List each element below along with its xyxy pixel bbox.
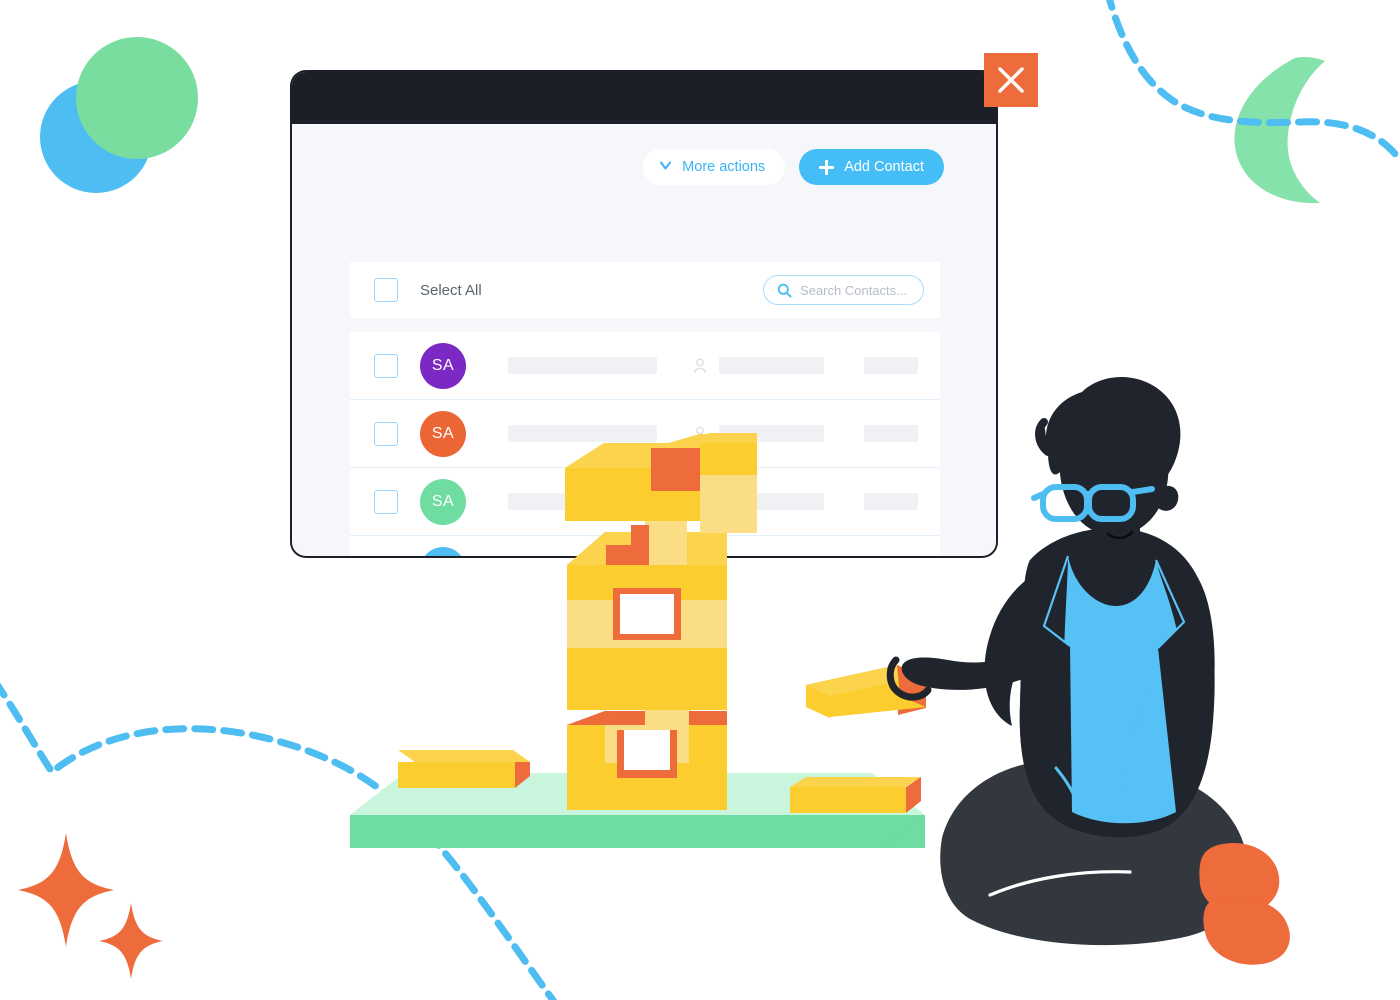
select-all-bar: Select All Search Contacts... — [350, 262, 940, 318]
game-platform — [350, 773, 925, 848]
dashed-path-top-right — [1106, 0, 1400, 164]
contact-name-placeholder — [508, 493, 657, 510]
close-button[interactable] — [984, 53, 1038, 107]
contact-name-placeholder — [508, 425, 657, 442]
character-jacket — [1019, 528, 1215, 838]
plus-icon — [819, 159, 835, 175]
person-icon — [693, 493, 707, 509]
contact-tag-placeholder — [864, 493, 918, 510]
blue-circle — [40, 81, 152, 193]
character-head — [1059, 404, 1169, 536]
contact-email-placeholder — [718, 357, 825, 374]
close-icon — [998, 67, 1024, 93]
add-contact-button[interactable]: Add Contact — [799, 149, 944, 185]
orange-sparkle-large — [18, 833, 114, 947]
character-shoe-front — [1203, 896, 1290, 965]
window-toolbar: More actions Add Contact — [292, 124, 996, 190]
row-checkbox[interactable] — [374, 421, 398, 446]
person-icon — [693, 425, 707, 441]
row-checkbox[interactable] — [374, 489, 398, 514]
character-neck — [1092, 492, 1140, 570]
avatar: SA — [420, 342, 466, 389]
contact-tag-placeholder — [864, 425, 918, 442]
window-titlebar — [292, 72, 996, 124]
green-crescent — [1234, 57, 1325, 204]
contact-tag-placeholder — [864, 357, 918, 374]
select-all-label: Select All — [420, 281, 482, 299]
table-row[interactable]: SA — [350, 468, 940, 536]
avatar: SA — [420, 410, 466, 457]
glasses-icon — [1031, 484, 1155, 522]
row-checkbox[interactable] — [374, 353, 398, 378]
more-actions-label: More actions — [682, 159, 766, 175]
dashed-path-bottom-left — [0, 682, 558, 1000]
table-row[interactable]: SA — [350, 536, 940, 556]
character-legs — [940, 758, 1248, 946]
more-actions-button[interactable]: More actions — [643, 149, 786, 185]
loose-block-left — [398, 750, 530, 788]
contact-name-placeholder — [508, 357, 657, 374]
search-icon — [777, 283, 792, 298]
character-arm-left — [984, 572, 1043, 726]
chevron-down-icon — [659, 159, 672, 172]
character-arm-right — [901, 595, 1160, 690]
table-row[interactable]: SA — [350, 400, 940, 468]
contact-email-placeholder — [718, 493, 825, 510]
person-icon — [693, 357, 707, 373]
avatar: SA — [420, 478, 466, 525]
search-placeholder: Search Contacts... — [800, 282, 907, 298]
held-block — [806, 665, 926, 718]
avatar: SA — [420, 547, 466, 556]
character-shoe-back — [1199, 843, 1280, 915]
search-contacts-input[interactable]: Search Contacts... — [763, 275, 924, 305]
contacts-window: More actions Add Contact Select All Sear… — [292, 72, 996, 556]
add-contact-label: Add Contact — [844, 159, 924, 175]
illustration-stage: More actions Add Contact Select All Sear… — [0, 0, 1400, 1000]
loose-block-right — [790, 777, 921, 813]
character-shirt — [1063, 556, 1187, 824]
contacts-list: SA SA SA — [350, 332, 940, 556]
contact-email-placeholder — [718, 425, 825, 442]
window-body: More actions Add Contact Select All Sear… — [292, 124, 996, 556]
character-hair — [1045, 377, 1181, 488]
table-row[interactable]: SA — [350, 332, 940, 400]
orange-sparkle-small — [99, 903, 163, 979]
green-circle — [76, 37, 198, 159]
select-all-checkbox[interactable] — [374, 278, 398, 302]
